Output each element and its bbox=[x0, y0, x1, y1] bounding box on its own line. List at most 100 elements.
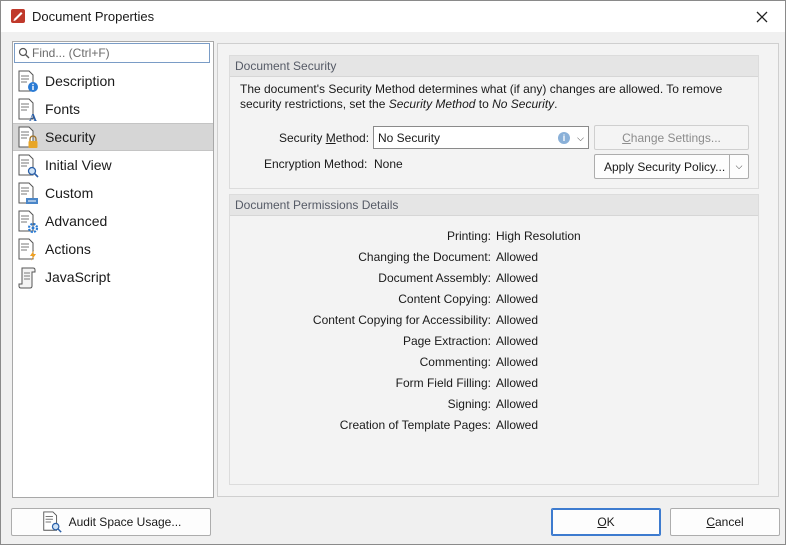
sidebar-item-advanced[interactable]: Advanced bbox=[13, 207, 213, 235]
button-accesskey: C bbox=[622, 130, 631, 145]
permission-row: Signing: Allowed bbox=[230, 397, 758, 418]
button-text: K bbox=[606, 515, 615, 529]
permission-row: Form Field Filling: Allowed bbox=[230, 376, 758, 397]
script-scroll-icon bbox=[18, 267, 36, 289]
window-title: Document Properties bbox=[32, 9, 155, 24]
description-text: security restrictions, set the bbox=[240, 97, 389, 111]
permission-row: Page Extraction: Allowed bbox=[230, 334, 758, 355]
document-lock-icon bbox=[18, 126, 38, 148]
permission-value: Allowed bbox=[496, 397, 539, 411]
document-security-group: Document Security The document's Securit… bbox=[229, 55, 759, 189]
pdf-editor-app-icon bbox=[11, 9, 25, 23]
permission-value: Allowed bbox=[496, 376, 539, 390]
document-gear-icon bbox=[18, 210, 39, 234]
find-box[interactable] bbox=[14, 43, 210, 63]
encryption-method-label: Encryption Method: bbox=[264, 157, 368, 171]
close-icon bbox=[756, 11, 768, 22]
group-header: Document Permissions Details bbox=[230, 195, 758, 216]
permission-row: Content Copying for Accessibility: Allowe… bbox=[230, 313, 758, 334]
sidebar-item-initial-view[interactable]: Initial View bbox=[13, 151, 213, 179]
encryption-method-value: None bbox=[374, 157, 403, 171]
change-settings-button[interactable]: Change Settings... bbox=[594, 125, 749, 150]
permission-label: Document Assembly: bbox=[378, 271, 491, 285]
permission-row: Content Copying: Allowed bbox=[230, 292, 758, 313]
button-text: hange Settings... bbox=[630, 130, 721, 145]
sidebar-item-label: Advanced bbox=[45, 213, 108, 229]
sidebar-item-fonts[interactable]: A Fonts bbox=[13, 95, 213, 123]
category-sidebar: Description A Fonts Security bbox=[12, 41, 214, 498]
permission-label: Commenting: bbox=[419, 355, 491, 369]
permission-label: Form Field Filling: bbox=[395, 376, 491, 390]
info-icon[interactable]: i bbox=[558, 132, 570, 144]
permission-label: Signing: bbox=[447, 397, 491, 411]
permission-value: Allowed bbox=[496, 355, 539, 369]
document-custom-icon bbox=[18, 182, 38, 204]
permission-row: Commenting: Allowed bbox=[230, 355, 758, 376]
ok-button[interactable]: OK bbox=[551, 508, 661, 536]
sidebar-item-actions[interactable]: Actions bbox=[13, 235, 213, 263]
button-label: Audit Space Usage... bbox=[68, 515, 182, 529]
permission-value: Allowed bbox=[496, 292, 539, 306]
permission-row: Creation of Template Pages: Allowed bbox=[230, 418, 758, 439]
description-line: The document's Security Method determine… bbox=[240, 82, 723, 96]
sidebar-item-label: Description bbox=[45, 73, 116, 89]
permission-label: Content Copying: bbox=[398, 292, 491, 306]
sidebar-item-label: Fonts bbox=[45, 101, 81, 117]
chevron-down-icon: ⌵ bbox=[735, 161, 743, 171]
permission-row: Document Assembly: Allowed bbox=[230, 271, 758, 292]
permission-label: Page Extraction: bbox=[402, 334, 491, 348]
label-accesskey: M bbox=[325, 131, 336, 145]
audit-space-usage-button[interactable]: Audit Space Usage... bbox=[11, 508, 211, 536]
document-permissions-group: Document Permissions Details Printing: Hi… bbox=[229, 194, 759, 485]
cancel-button[interactable]: Cancel bbox=[670, 508, 780, 536]
search-icon bbox=[18, 47, 30, 59]
document-properties-dialog: Document Properties Descript bbox=[0, 0, 786, 545]
chevron-down-icon: ⌵ bbox=[577, 133, 584, 143]
permission-value: Allowed bbox=[496, 250, 539, 264]
close-button[interactable] bbox=[739, 1, 785, 32]
permission-label: Printing: bbox=[446, 229, 491, 243]
permission-label: Content Copying for Accessibility: bbox=[312, 313, 491, 327]
security-method-value: No Security bbox=[378, 131, 441, 145]
label-text: ethod: bbox=[335, 131, 370, 145]
security-description: The document's Security Method determine… bbox=[240, 82, 740, 112]
content-panel: Document Security The document's Securit… bbox=[217, 43, 779, 497]
sidebar-item-label: Custom bbox=[45, 185, 94, 201]
permission-value: Allowed bbox=[496, 334, 539, 348]
permission-value: High Resolution bbox=[496, 229, 581, 243]
category-list: Description A Fonts Security Initial Vie… bbox=[13, 67, 213, 291]
title-bar: Document Properties bbox=[1, 1, 785, 32]
apply-security-policy-button[interactable]: Apply Security Policy... ⌵ bbox=[594, 154, 749, 179]
document-font-icon: A bbox=[18, 98, 37, 122]
sidebar-item-javascript[interactable]: JavaScript bbox=[13, 263, 213, 291]
sidebar-item-custom[interactable]: Custom bbox=[13, 179, 213, 207]
document-info-icon bbox=[18, 70, 38, 92]
sidebar-item-label: JavaScript bbox=[45, 269, 111, 285]
description-text: . bbox=[554, 97, 558, 111]
sidebar-item-description[interactable]: Description bbox=[13, 67, 213, 95]
permission-value: Allowed bbox=[496, 271, 539, 285]
button-label: Apply Security Policy... bbox=[604, 159, 726, 174]
security-method-label: Security Method: bbox=[279, 131, 369, 145]
sidebar-item-label: Security bbox=[45, 129, 96, 145]
button-text: ancel bbox=[714, 515, 744, 529]
group-header: Document Security bbox=[230, 56, 758, 77]
document-view-icon bbox=[18, 154, 39, 178]
document-lightning-icon bbox=[18, 238, 36, 261]
svg-text:A: A bbox=[29, 112, 37, 122]
security-method-dropdown[interactable]: No Security i ⌵ bbox=[373, 126, 589, 149]
sidebar-item-security[interactable]: Security bbox=[13, 123, 213, 151]
label-text: Security bbox=[279, 131, 326, 145]
document-magnifier-icon bbox=[42, 511, 62, 533]
permission-row: Printing: High Resolution bbox=[230, 229, 758, 250]
description-emphasis: Security Method bbox=[388, 97, 476, 111]
description-emphasis: No Security bbox=[492, 97, 555, 111]
button-accesskey: C bbox=[706, 515, 715, 529]
button-accesskey: O bbox=[597, 515, 607, 529]
permission-value: Allowed bbox=[496, 418, 539, 432]
apply-policy-dropdown-arrow[interactable]: ⌵ bbox=[729, 155, 748, 178]
find-input[interactable] bbox=[32, 46, 207, 60]
permission-label: Changing the Document: bbox=[358, 250, 491, 264]
sidebar-item-label: Actions bbox=[45, 241, 91, 257]
permission-value: Allowed bbox=[496, 313, 539, 327]
